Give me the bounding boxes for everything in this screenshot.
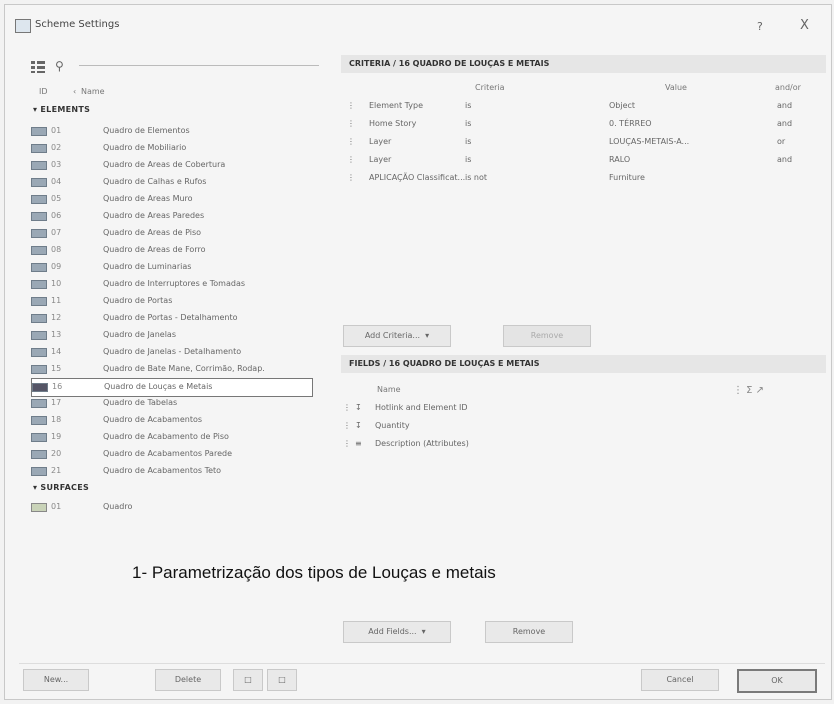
close-icon[interactable]: X xyxy=(800,18,809,33)
list-item[interactable]: 15 Quadro de Bate Mane, Corrimão, Rodap. xyxy=(31,361,311,378)
list-item[interactable]: 09 Quadro de Luminarias xyxy=(31,259,311,276)
value-column: Value xyxy=(665,83,687,92)
schedule-icon xyxy=(31,161,47,170)
search-input[interactable] xyxy=(79,65,319,66)
schedule-icon xyxy=(31,280,47,289)
schedule-icon xyxy=(31,178,47,187)
ok-button[interactable]: OK xyxy=(737,669,817,693)
tree-view-icon[interactable] xyxy=(31,61,45,73)
cancel-button[interactable]: Cancel xyxy=(641,669,719,691)
schedule-icon xyxy=(31,195,47,204)
schedule-icon xyxy=(31,246,47,255)
field-row[interactable]: ⋮ ≡ Description (Attributes) xyxy=(341,437,826,453)
criteria-row[interactable]: ⋮ APLICAÇÃO Classificat... is not Furnit… xyxy=(341,171,826,187)
sort-icon: ‹ xyxy=(73,87,77,96)
criteria-row[interactable]: ⋮ Layer is RALO and xyxy=(341,153,826,169)
figure-caption: 1- Parametrização dos tipos de Louças e … xyxy=(132,563,496,582)
dialog-title: Scheme Settings xyxy=(35,19,120,30)
schedule-icon xyxy=(31,416,47,425)
schedule-icon xyxy=(31,127,47,136)
scheme-list-panel: ⚲ ID ‹ Name ▾ ELEMENTS 01 Quadro de Eleme… xyxy=(19,49,329,624)
new-button[interactable]: New... xyxy=(23,669,89,691)
scheme-settings-dialog: Scheme Settings ? X ⚲ ID ‹ Name ▾ ELEMEN… xyxy=(4,4,832,700)
column-name[interactable]: Name xyxy=(81,87,105,96)
export-icon[interactable]: □ xyxy=(267,669,297,691)
remove-field-button[interactable]: Remove xyxy=(485,621,573,643)
list-item[interactable]: 20 Quadro de Acabamentos Parede xyxy=(31,446,311,463)
drag-handle-icon[interactable]: ⋮ xyxy=(347,137,355,146)
schedule-icon xyxy=(31,314,47,323)
field-row[interactable]: ⋮ ↧ Hotlink and Element ID xyxy=(341,401,826,417)
schedule-icon xyxy=(31,467,47,476)
list-item[interactable]: 11 Quadro de Portas xyxy=(31,293,311,310)
list-item[interactable]: 07 Quadro de Areas de Piso xyxy=(31,225,311,242)
add-fields-button[interactable]: Add Fields... ▾ xyxy=(343,621,451,643)
schedule-icon xyxy=(31,433,47,442)
field-options-icon[interactable]: ⋮ Σ ↗ xyxy=(733,385,764,396)
criteria-row[interactable]: ⋮ Element Type is Object and xyxy=(341,99,826,115)
list-item[interactable]: 17 Quadro de Tabelas xyxy=(31,395,311,412)
criteria-row[interactable]: ⋮ Layer is LOUÇAS-METAIS-A... or xyxy=(341,135,826,151)
list-item[interactable]: 10 Quadro de Interruptores e Tomadas xyxy=(31,276,311,293)
field-type-icon: ↧ xyxy=(355,421,362,430)
elements-group[interactable]: ▾ ELEMENTS xyxy=(33,105,90,114)
surfaces-group[interactable]: ▾ SURFACES xyxy=(33,483,89,492)
divider xyxy=(19,663,825,664)
drag-handle-icon[interactable]: ⋮ xyxy=(347,119,355,128)
field-row[interactable]: ⋮ ↧ Quantity xyxy=(341,419,826,435)
schedule-icon xyxy=(31,212,47,221)
schedule-icon xyxy=(31,331,47,340)
andor-column: and/or xyxy=(775,83,801,92)
schedule-icon xyxy=(31,348,47,357)
name-column: Name xyxy=(377,385,401,394)
schedule-icon xyxy=(32,383,48,392)
drag-handle-icon[interactable]: ⋮ xyxy=(347,155,355,164)
criteria-column: Criteria xyxy=(475,83,505,92)
schedule-icon xyxy=(31,365,47,374)
schedule-icon xyxy=(31,297,47,306)
list-item[interactable]: 06 Quadro de Areas Paredes xyxy=(31,208,311,225)
drag-handle-icon[interactable]: ⋮ xyxy=(347,101,355,110)
field-type-icon: ↧ xyxy=(355,403,362,412)
list-item[interactable]: 19 Quadro de Acabamento de Piso xyxy=(31,429,311,446)
schedule-icon xyxy=(31,144,47,153)
field-type-icon: ≡ xyxy=(355,439,362,448)
list-item[interactable]: 01 Quadro de Elementos xyxy=(31,123,311,140)
schedule-icon xyxy=(31,263,47,272)
list-item[interactable]: 21 Quadro de Acabamentos Teto xyxy=(31,463,311,480)
list-item[interactable]: 14 Quadro de Janelas - Detalhamento xyxy=(31,344,311,361)
fields-section-header[interactable]: FIELDS / 16 QUADRO DE LOUÇAS E METAIS xyxy=(341,355,826,373)
delete-button[interactable]: Delete xyxy=(155,669,221,691)
list-item[interactable]: 13 Quadro de Janelas xyxy=(31,327,311,344)
list-item[interactable]: 12 Quadro de Portas - Detalhamento xyxy=(31,310,311,327)
search-icon[interactable]: ⚲ xyxy=(55,59,64,73)
app-icon xyxy=(15,19,31,33)
list-item[interactable]: 05 Quadro de Areas Muro xyxy=(31,191,311,208)
drag-handle-icon[interactable]: ⋮ xyxy=(343,421,351,430)
drag-handle-icon[interactable]: ⋮ xyxy=(343,439,351,448)
add-criteria-button[interactable]: Add Criteria... ▾ xyxy=(343,325,451,347)
list-item[interactable]: 02 Quadro de Mobiliario xyxy=(31,140,311,157)
drag-handle-icon[interactable]: ⋮ xyxy=(347,173,355,182)
schedule-icon xyxy=(31,450,47,459)
list-item[interactable]: 01 Quadro xyxy=(31,499,311,516)
import-icon[interactable]: □ xyxy=(233,669,263,691)
drag-handle-icon[interactable]: ⋮ xyxy=(343,403,351,412)
help-icon[interactable]: ? xyxy=(757,20,763,33)
column-id[interactable]: ID xyxy=(39,87,48,96)
list-item[interactable]: 03 Quadro de Areas de Cobertura xyxy=(31,157,311,174)
schedule-icon xyxy=(31,399,47,408)
title-bar: Scheme Settings ? X xyxy=(5,5,831,39)
surface-icon xyxy=(31,503,47,512)
list-item[interactable]: 08 Quadro de Areas de Forro xyxy=(31,242,311,259)
criteria-section-header[interactable]: CRITERIA / 16 QUADRO DE LOUÇAS E METAIS xyxy=(341,55,826,73)
list-item[interactable]: 18 Quadro de Acabamentos xyxy=(31,412,311,429)
criteria-row[interactable]: ⋮ Home Story is 0. TÉRREO and xyxy=(341,117,826,133)
schedule-icon xyxy=(31,229,47,238)
list-item[interactable]: 04 Quadro de Calhas e Rufos xyxy=(31,174,311,191)
remove-criteria-button[interactable]: Remove xyxy=(503,325,591,347)
